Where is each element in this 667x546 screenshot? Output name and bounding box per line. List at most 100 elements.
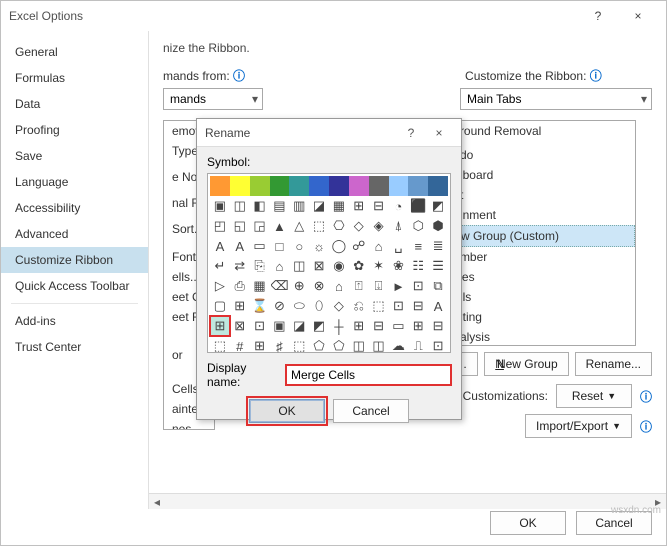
symbol-cell[interactable]: ⎘ [250, 256, 270, 276]
symbol-cell[interactable]: ◈ [369, 216, 389, 236]
tree-item[interactable]: yles [445, 267, 635, 287]
symbol-cell[interactable]: ◉ [329, 256, 349, 276]
rename-button[interactable]: Rename... [575, 352, 652, 376]
symbol-cell[interactable]: ⬚ [289, 336, 309, 356]
symbol-cell[interactable]: ⍐ [349, 276, 369, 296]
symbol-cell[interactable]: ⊡ [428, 336, 448, 356]
symbol-cell[interactable]: ⌂ [369, 236, 389, 256]
import-export-button[interactable]: Import/Export▼ [525, 414, 632, 438]
scroll-left-icon[interactable]: ◂ [149, 495, 165, 509]
symbol-cell[interactable]: ⌂ [329, 276, 349, 296]
dialog-ok-button[interactable]: OK [249, 399, 325, 423]
symbol-cell[interactable]: ⬠ [329, 336, 349, 356]
symbol-color-swatch[interactable] [230, 176, 250, 196]
symbol-cell[interactable]: ◫ [349, 336, 369, 356]
symbol-cell[interactable]: ▣ [270, 316, 290, 336]
symbol-cell[interactable]: ⊞ [250, 336, 270, 356]
symbol-cell[interactable]: ⊠ [309, 256, 329, 276]
commands-from-combo[interactable]: mands▾ [163, 88, 263, 110]
sidebar-item-language[interactable]: Language [1, 169, 148, 195]
symbol-cell[interactable]: ☼ [309, 236, 329, 256]
symbol-cell[interactable]: A [428, 296, 448, 316]
symbol-cell[interactable]: A [210, 236, 230, 256]
symbol-cell[interactable]: ⊘ [270, 296, 290, 316]
sidebar-item-advanced[interactable]: Advanced [1, 221, 148, 247]
symbol-color-swatch[interactable] [289, 176, 309, 196]
symbol-cell[interactable]: ↵ [210, 256, 230, 276]
symbol-cell[interactable]: ⬛ [408, 196, 428, 216]
symbol-cell[interactable]: △ [289, 216, 309, 236]
display-name-input[interactable] [286, 365, 451, 385]
symbol-color-swatch[interactable] [250, 176, 270, 196]
symbol-cell[interactable]: ≡ [408, 236, 428, 256]
symbol-cell[interactable]: ▦ [250, 276, 270, 296]
symbol-cell[interactable]: ◲ [250, 216, 270, 236]
dialog-help-button[interactable]: ? [397, 126, 425, 140]
symbol-cell[interactable]: ✿ [349, 256, 369, 276]
symbol-cell[interactable]: ⊟ [408, 296, 428, 316]
tree-item[interactable]: ells [445, 287, 635, 307]
help-button[interactable]: ? [578, 2, 618, 30]
ok-button[interactable]: OK [490, 511, 566, 535]
symbol-cell[interactable]: ◔ [389, 196, 409, 216]
symbol-grid[interactable]: ▣◫◧▤▥◪▦⊞⊟◔⬛◩◰◱◲▲△⬚⎔◇◈⍋⬡⬢AA▭□○☼◯☍⌂␣≡≣↵⇄⎘⌂… [207, 173, 451, 353]
symbol-cell[interactable]: ⊟ [428, 316, 448, 336]
symbol-cell[interactable]: ◰ [210, 216, 230, 236]
dialog-close-button[interactable]: × [425, 126, 453, 140]
info-icon[interactable]: ⓘ [640, 418, 652, 435]
symbol-cell[interactable]: # [230, 336, 250, 356]
sidebar-item-formulas[interactable]: Formulas [1, 65, 148, 91]
symbol-cell[interactable]: ◇ [329, 296, 349, 316]
symbol-cell[interactable]: ◪ [289, 316, 309, 336]
sidebar-item-data[interactable]: Data [1, 91, 148, 117]
sidebar-item-add-ins[interactable]: Add-ins [1, 308, 148, 334]
symbol-cell[interactable]: ⊕ [289, 276, 309, 296]
symbol-cell[interactable]: ⊞ [230, 296, 250, 316]
symbol-cell[interactable]: ⊡ [250, 316, 270, 336]
symbol-cell[interactable]: ◪ [309, 196, 329, 216]
symbol-cell[interactable]: ⬭ [289, 296, 309, 316]
reset-button[interactable]: Reset▼ [556, 384, 632, 408]
symbol-cell[interactable]: ⌛ [250, 296, 270, 316]
symbol-cell[interactable]: ⬢ [428, 216, 448, 236]
tree-item[interactable]: ignment [445, 205, 635, 225]
symbol-cell[interactable]: ► [389, 276, 409, 296]
symbol-cell[interactable]: ○ [289, 236, 309, 256]
new-group-button[interactable]: NNew Group [484, 352, 568, 376]
tree-item[interactable]: ndo [445, 145, 635, 165]
symbol-cell[interactable]: ▢ [210, 296, 230, 316]
symbol-cell[interactable]: ◧ [250, 196, 270, 216]
symbol-cell[interactable]: ⊡ [408, 276, 428, 296]
tree-item[interactable]: ipboard [445, 165, 635, 185]
symbol-cell[interactable]: ⊡ [389, 296, 409, 316]
sidebar-item-quick-access-toolbar[interactable]: Quick Access Toolbar [1, 273, 148, 299]
ribbon-tree[interactable]: ground Removal ndo ipboard nt ignment ew… [444, 120, 636, 346]
tree-item-selected[interactable]: ew Group (Custom) [445, 225, 635, 247]
symbol-cell[interactable]: ◇ [349, 216, 369, 236]
symbol-cell[interactable]: ▤ [270, 196, 290, 216]
customize-ribbon-combo[interactable]: Main Tabs▾ [460, 88, 652, 110]
symbol-cell[interactable]: ▭ [389, 316, 409, 336]
close-button[interactable]: × [618, 2, 658, 30]
symbol-cell[interactable]: ⊟ [369, 316, 389, 336]
sidebar-item-customize-ribbon[interactable]: Customize Ribbon [1, 247, 148, 273]
symbol-color-swatch[interactable] [389, 176, 409, 196]
symbol-cell[interactable]: ⌂ [270, 256, 290, 276]
symbol-cell[interactable]: ⍗ [369, 276, 389, 296]
symbol-color-swatch[interactable] [408, 176, 428, 196]
sidebar-item-save[interactable]: Save [1, 143, 148, 169]
symbol-cell[interactable]: ⧉ [428, 276, 448, 296]
symbol-cell[interactable]: ☰ [428, 256, 448, 276]
symbol-cell[interactable]: ┼ [329, 316, 349, 336]
symbol-color-swatch[interactable] [349, 176, 369, 196]
symbol-color-swatch[interactable] [270, 176, 290, 196]
symbol-cell[interactable]: ⊞ [349, 196, 369, 216]
tree-item[interactable]: ground Removal [445, 121, 635, 141]
symbol-cell[interactable]: ⇄ [230, 256, 250, 276]
symbol-cell[interactable]: ▥ [289, 196, 309, 216]
symbol-cell[interactable]: ▲ [270, 216, 290, 236]
symbol-cell[interactable]: ❀ [389, 256, 409, 276]
tree-item[interactable]: diting [445, 307, 635, 327]
symbol-cell[interactable]: ⊞ [349, 316, 369, 336]
symbol-cell[interactable]: ☷ [408, 256, 428, 276]
